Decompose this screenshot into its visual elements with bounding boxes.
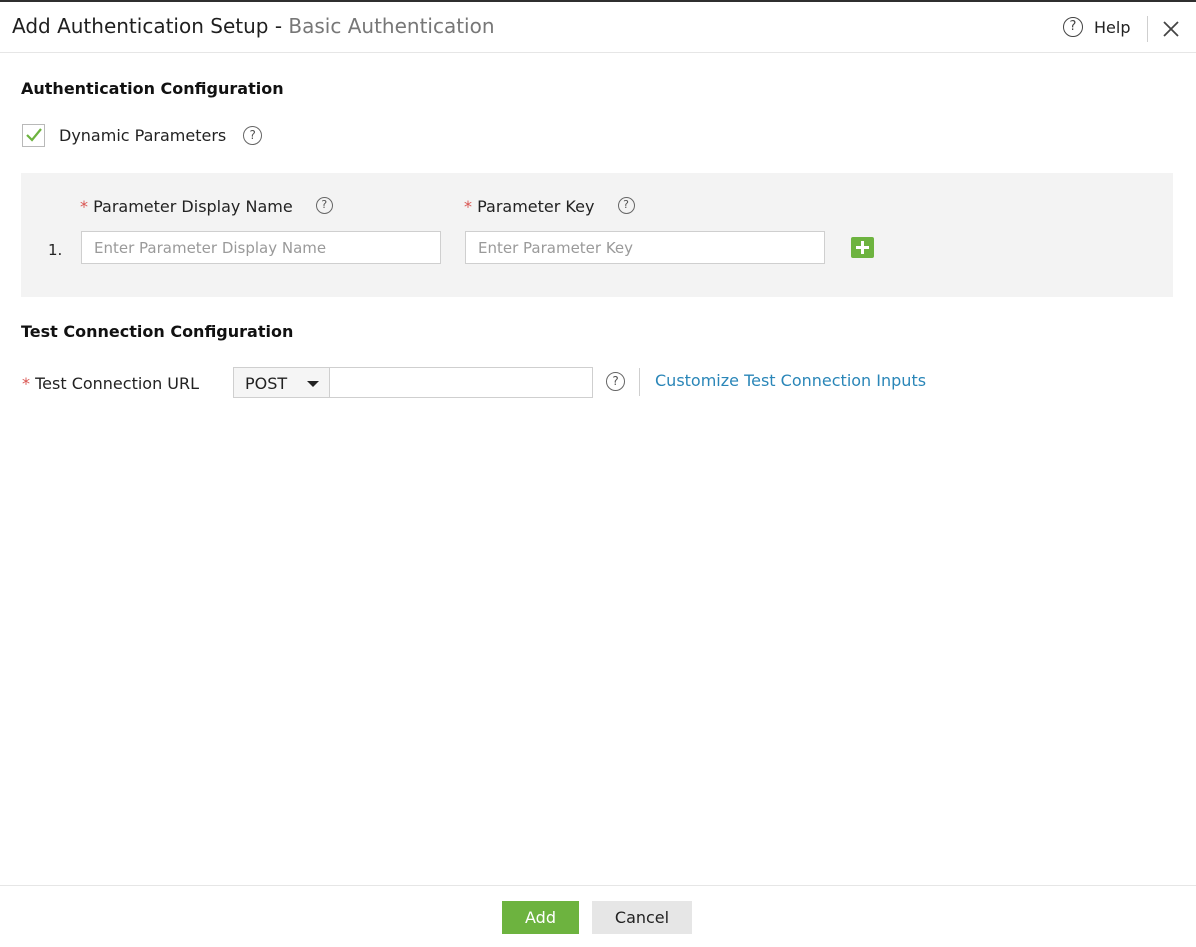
test-connection-heading: Test Connection Configuration: [21, 322, 294, 341]
http-method-value: POST: [245, 374, 288, 393]
dialog-title-main: Add Authentication Setup: [12, 14, 269, 38]
required-marker: *: [80, 197, 88, 216]
param-row-number: 1.: [48, 241, 63, 259]
dialog-header: Add Authentication Setup - Basic Authent…: [0, 2, 1196, 53]
dynamic-parameters-checkbox[interactable]: [22, 123, 45, 147]
help-button[interactable]: ? Help: [1063, 17, 1130, 37]
checkmark-icon: [26, 127, 42, 142]
parameters-panel: * Parameter Display Name ? * Parameter K…: [21, 173, 1173, 297]
customize-test-connection-link[interactable]: Customize Test Connection Inputs: [655, 371, 926, 390]
caret-down-icon: [307, 381, 319, 387]
test-connection-url-text: Test Connection URL: [35, 374, 200, 393]
param-key-input[interactable]: [465, 231, 825, 264]
url-divider: [639, 368, 640, 396]
add-button[interactable]: Add: [502, 901, 579, 934]
title-separator: -: [274, 14, 283, 38]
param-display-name-text: Parameter Display Name: [93, 197, 293, 216]
add-parameter-button[interactable]: [851, 237, 874, 258]
test-connection-help-icon[interactable]: ?: [606, 372, 625, 391]
required-marker: *: [464, 197, 472, 216]
param-display-name-label: * Parameter Display Name ?: [80, 197, 333, 216]
dialog-subtitle: Basic Authentication: [288, 14, 495, 38]
param-key-label: * Parameter Key ?: [464, 197, 635, 216]
footer-divider: [0, 885, 1196, 886]
close-button[interactable]: [1160, 16, 1182, 40]
test-connection-url-label: * Test Connection URL: [22, 374, 199, 393]
required-marker: *: [22, 374, 30, 393]
question-circle-icon: ?: [1063, 17, 1083, 37]
header-divider: [1147, 16, 1148, 42]
dynamic-parameters-row: Dynamic Parameters ?: [22, 123, 263, 147]
auth-config-heading: Authentication Configuration: [21, 79, 284, 98]
param-display-name-help-icon[interactable]: ?: [315, 197, 333, 214]
param-key-help-icon[interactable]: ?: [617, 197, 635, 214]
param-key-text: Parameter Key: [477, 197, 595, 216]
dialog-title: Add Authentication Setup - Basic Authent…: [12, 14, 495, 38]
http-method-select[interactable]: POST: [233, 367, 330, 398]
cancel-button[interactable]: Cancel: [592, 901, 692, 934]
param-display-name-input[interactable]: [81, 231, 441, 264]
close-icon: [1163, 21, 1179, 37]
dynamic-parameters-help-icon[interactable]: ?: [243, 125, 263, 145]
help-label: Help: [1094, 17, 1131, 37]
dynamic-parameters-label: Dynamic Parameters: [59, 125, 227, 145]
test-connection-url-input[interactable]: [329, 367, 593, 398]
